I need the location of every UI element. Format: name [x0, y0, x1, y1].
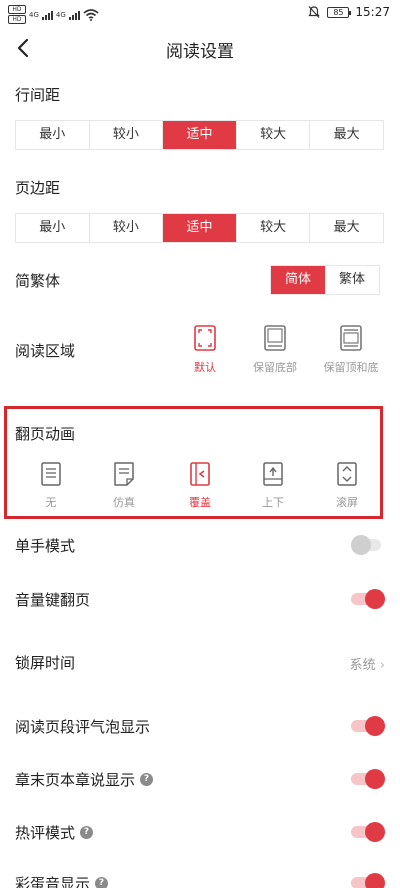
easter-egg-toggle[interactable]	[351, 873, 385, 888]
clock: 15:27	[355, 5, 390, 19]
page-animation-label-updown: 上下	[262, 496, 284, 509]
line-spacing-selector: 最小 较小 适中 较大 最大	[15, 120, 384, 150]
page-margin-selector: 最小 较小 适中 较大 最大	[15, 213, 384, 243]
page-animation-label-cover: 覆盖	[189, 496, 211, 509]
network-type-1: 4G	[29, 10, 39, 19]
page-margin-option[interactable]: 最小	[16, 214, 90, 242]
page-animation-none[interactable]: 无	[21, 462, 81, 510]
page-animation-curl[interactable]: 仿真	[94, 462, 154, 510]
volume-key-label: 音量键翻页	[15, 591, 91, 609]
lock-screen-value: 系统 ›	[349, 658, 385, 673]
page-animation-scroll[interactable]: 滚屏	[317, 462, 377, 510]
page-scroll-icon	[337, 462, 357, 486]
reading-area-label: 阅读区域	[15, 342, 76, 360]
line-spacing-option[interactable]: 较大	[237, 121, 311, 149]
chapter-end-note-row: 章末页本章说显示?	[15, 764, 385, 794]
script-option-selected[interactable]: 简体	[271, 266, 325, 294]
page-margin-option[interactable]: 较小	[90, 214, 164, 242]
status-right: 85 15:27	[307, 5, 390, 19]
lock-screen-label: 锁屏时间	[15, 654, 76, 672]
easter-egg-label: 彩蛋音显示?	[15, 873, 109, 888]
hot-comment-toggle[interactable]	[351, 822, 385, 842]
help-icon[interactable]: ?	[80, 826, 94, 839]
lock-screen-row[interactable]: 锁屏时间 系统 ›	[15, 647, 385, 677]
page-animation-label: 翻页动画	[15, 425, 76, 443]
paragraph-bubble-label: 阅读页段评气泡显示	[15, 718, 151, 736]
status-left: HD HD 4G 4G	[8, 5, 99, 24]
status-bar: HD HD 4G 4G 85 15:27	[0, 0, 400, 28]
wifi-icon	[83, 8, 99, 21]
easter-egg-row: 彩蛋音显示?	[15, 868, 385, 888]
one-hand-mode-row: 单手模式	[15, 530, 385, 560]
paragraph-bubble-row: 阅读页段评气泡显示	[15, 711, 385, 741]
sim2-icon: HD	[8, 15, 26, 24]
mute-bell-icon	[308, 6, 321, 18]
page-margin-option[interactable]: 最大	[310, 214, 383, 242]
one-hand-mode-label: 单手模式	[15, 537, 76, 555]
help-icon[interactable]: ?	[140, 773, 154, 786]
page-animation-label-none: 无	[45, 496, 57, 509]
page-margin-option-selected[interactable]: 适中	[163, 214, 237, 242]
line-spacing-option-selected[interactable]: 适中	[163, 121, 237, 149]
chapter-end-note-label: 章末页本章说显示?	[15, 769, 154, 790]
sim-indicators: HD HD	[8, 5, 26, 24]
signal-2-icon	[68, 10, 80, 20]
page-animation-label-curl: 仿真	[113, 496, 135, 509]
reading-area-keep-top-bottom[interactable]: 保留顶和底	[306, 325, 396, 375]
page-animation-label-scroll: 滚屏	[336, 496, 358, 509]
line-spacing-option[interactable]: 最大	[310, 121, 383, 149]
line-spacing-option[interactable]: 最小	[16, 121, 90, 149]
page-updown-icon	[263, 462, 283, 486]
paragraph-bubble-toggle[interactable]	[351, 716, 385, 736]
reading-area-label-keep-top-bottom: 保留顶和底	[323, 361, 379, 374]
one-hand-mode-toggle[interactable]	[351, 535, 385, 555]
page-margin-label: 页边距	[15, 179, 61, 197]
battery-icon: 85	[327, 6, 352, 18]
script-selector: 简体 繁体	[270, 265, 380, 295]
chevron-right-icon: ›	[379, 658, 385, 673]
line-spacing-option[interactable]: 较小	[90, 121, 164, 149]
title-bar: 阅读设置	[0, 28, 400, 70]
page-animation-updown[interactable]: 上下	[243, 462, 303, 510]
page-cover-icon	[190, 462, 210, 486]
page-margin-option[interactable]: 较大	[237, 214, 311, 242]
help-icon[interactable]: ?	[95, 877, 109, 888]
keep-top-bottom-icon	[340, 325, 362, 351]
keep-bottom-icon	[264, 325, 286, 351]
network-type-2: 4G	[55, 10, 66, 19]
page-title: 阅读设置	[166, 42, 234, 62]
page-none-icon	[41, 462, 61, 486]
hot-comment-label: 热评模式?	[15, 822, 94, 843]
volume-key-toggle[interactable]	[351, 589, 385, 609]
page-curl-icon	[114, 462, 134, 486]
chapter-end-note-toggle[interactable]	[351, 769, 385, 789]
hot-comment-row: 热评模式?	[15, 817, 385, 847]
script-option[interactable]: 繁体	[325, 266, 379, 294]
signal-1-icon	[41, 10, 53, 20]
script-label: 简繁体	[15, 272, 61, 290]
line-spacing-label: 行间距	[15, 86, 61, 104]
sim1-icon: HD	[8, 5, 26, 14]
full-screen-icon	[194, 325, 216, 351]
volume-key-row: 音量键翻页	[15, 584, 385, 614]
page-animation-cover[interactable]: 覆盖	[170, 462, 230, 510]
